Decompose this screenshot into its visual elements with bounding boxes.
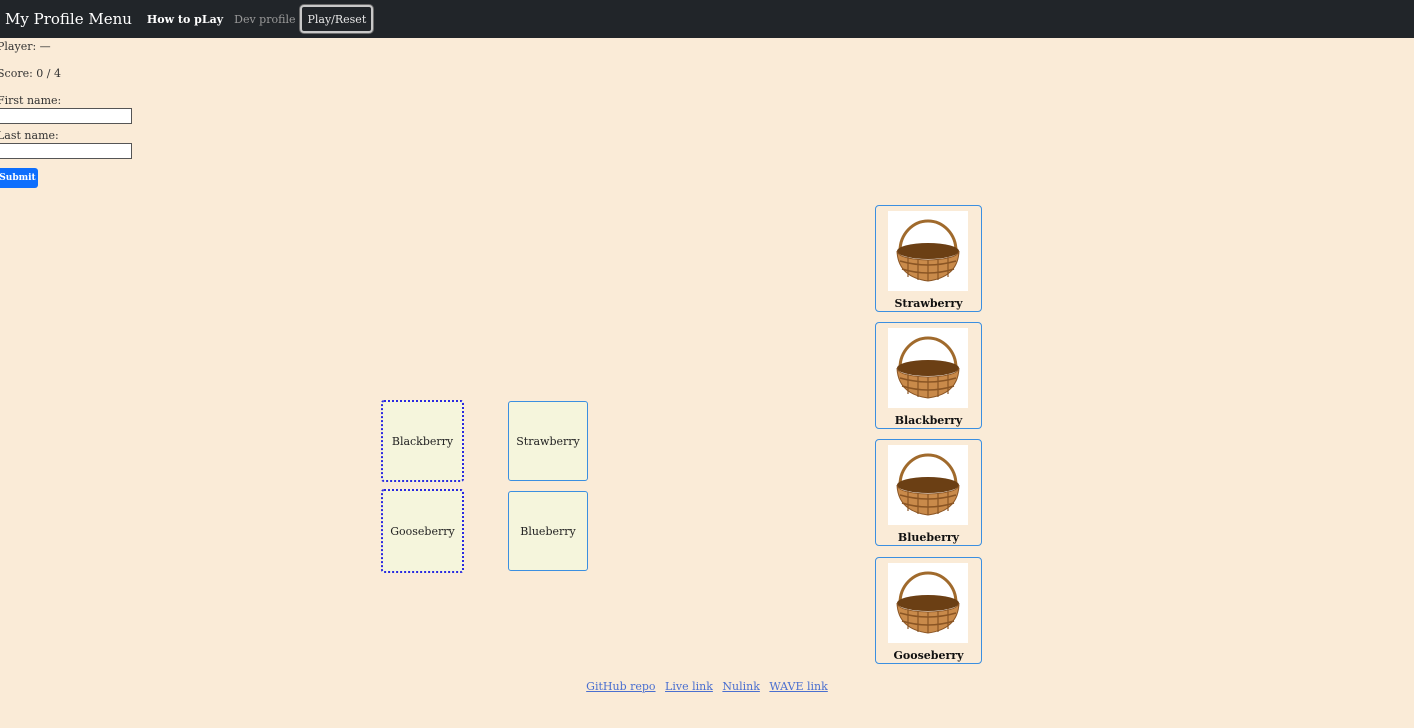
basket-drop-zone-blueberry[interactable]: Blueberry bbox=[875, 439, 982, 546]
submit-button[interactable]: Submit bbox=[0, 168, 38, 188]
fruit-card-gooseberry[interactable]: Gooseberry bbox=[381, 489, 464, 573]
last-name-label: Last name: bbox=[0, 129, 59, 142]
score-label: Score: 0 / 4 bbox=[0, 67, 61, 80]
basket-icon bbox=[888, 445, 968, 525]
basket-label: Blueberry bbox=[897, 531, 960, 544]
fruit-card-strawberry[interactable]: Strawberry bbox=[508, 401, 588, 481]
github-repo-link[interactable]: GitHub repo bbox=[586, 680, 655, 693]
basket-drop-zone-strawberry[interactable]: Strawberry bbox=[875, 205, 982, 312]
brand-link[interactable]: My Profile Menu bbox=[5, 10, 132, 28]
wave-link[interactable]: WAVE link bbox=[769, 680, 827, 693]
nulink-link[interactable]: Nulink bbox=[722, 680, 760, 693]
fruit-label: Blackberry bbox=[391, 434, 454, 448]
fruit-label: Blueberry bbox=[520, 524, 576, 538]
last-name-input[interactable] bbox=[0, 143, 132, 159]
first-name-input[interactable] bbox=[0, 108, 132, 124]
nav-how-to-play[interactable]: How to pLay bbox=[147, 13, 223, 26]
basket-icon bbox=[888, 563, 968, 643]
nav-dev-profile[interactable]: Dev profile bbox=[234, 13, 295, 26]
basket-label: Strawberry bbox=[894, 297, 963, 310]
play-reset-button[interactable]: Play/Reset bbox=[300, 5, 374, 33]
fruit-label: Gooseberry bbox=[390, 524, 455, 538]
live-link[interactable]: Live link bbox=[665, 680, 713, 693]
basket-icon bbox=[888, 211, 968, 291]
fruit-card-blueberry[interactable]: Blueberry bbox=[508, 491, 588, 571]
basket-icon bbox=[888, 328, 968, 408]
first-name-label: First name: bbox=[0, 94, 62, 107]
basket-drop-zone-gooseberry[interactable]: Gooseberry bbox=[875, 557, 982, 664]
footer-links: GitHub repo Live link Nulink WAVE link bbox=[0, 680, 1414, 693]
basket-label: Blackberry bbox=[894, 414, 963, 427]
basket-label: Gooseberry bbox=[893, 649, 964, 662]
fruit-card-blackberry[interactable]: Blackberry bbox=[381, 400, 464, 482]
basket-drop-zone-blackberry[interactable]: Blackberry bbox=[875, 322, 982, 429]
player-label: Player: — bbox=[0, 40, 51, 53]
fruit-label: Strawberry bbox=[516, 434, 580, 448]
top-navbar: My Profile Menu How to pLay Dev profile … bbox=[0, 0, 1414, 38]
